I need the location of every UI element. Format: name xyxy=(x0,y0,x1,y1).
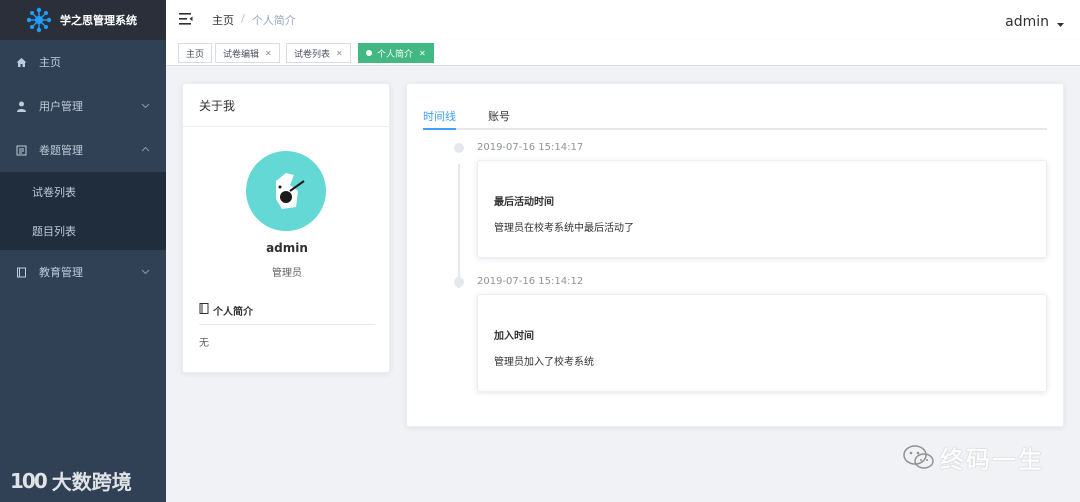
user-name: admin xyxy=(1005,14,1049,30)
sidebar-item-label: 主页 xyxy=(39,56,61,69)
breadcrumb: 主页 / 个人简介 xyxy=(212,12,296,28)
timeline-card-title: 加入时间 xyxy=(494,331,534,342)
timeline-time: 2019-07-16 15:14:12 xyxy=(477,276,584,287)
avatar-image xyxy=(276,173,305,209)
tag-label: 主页 xyxy=(186,49,205,60)
chevron-up-icon xyxy=(141,146,150,152)
breadcrumb-current: 个人简介 xyxy=(251,14,296,27)
timeline-line xyxy=(458,164,460,288)
sidebar-item-paper-list[interactable]: 试卷列表 xyxy=(0,172,166,211)
tag-label: 个人简介 xyxy=(377,49,414,60)
intro-title: 个人简介 xyxy=(199,303,375,325)
profile-role: 管理员 xyxy=(272,268,302,279)
navbar: 主页 / 个人简介 admin xyxy=(166,0,1080,40)
tag-home[interactable]: 主页 xyxy=(178,43,213,63)
document-icon xyxy=(199,303,209,314)
tags-view: 主页 试卷编辑 ✕ 试卷列表 ✕ 个人简介 ✕ xyxy=(166,40,1080,66)
profile-name: admin xyxy=(266,241,308,255)
breadcrumb-home[interactable]: 主页 xyxy=(212,12,234,28)
logo-icon xyxy=(26,7,52,33)
watermark-right: 终码一生 xyxy=(902,440,1044,475)
sidebar-item-user-management[interactable]: 用户管理 xyxy=(0,84,166,128)
tab-account[interactable]: 账号 xyxy=(488,108,510,124)
watermark-left: 100 大数跨境 xyxy=(10,466,132,495)
timeline-dot xyxy=(454,143,464,153)
timeline-card: 加入时间 管理员加入了校考系统 xyxy=(477,294,1047,392)
close-icon[interactable]: ✕ xyxy=(419,49,426,58)
breadcrumb-separator: / xyxy=(241,12,245,25)
timeline-time: 2019-07-16 15:14:17 xyxy=(477,142,584,153)
submenu-exam: 试卷列表 题目列表 xyxy=(0,172,166,250)
sidebar-item-education-management[interactable]: 教育管理 xyxy=(0,250,166,294)
close-icon[interactable]: ✕ xyxy=(265,49,272,58)
sidebar-item-question-list[interactable]: 题目列表 xyxy=(0,211,166,250)
watermark-logo: 100 xyxy=(10,468,48,493)
watermark-text: 终码一生 xyxy=(940,446,1044,474)
wechat-icon xyxy=(903,444,934,469)
watermark-text: 大数跨境 xyxy=(51,470,132,494)
tab-timeline[interactable]: 时间线 xyxy=(423,108,456,124)
sidebar-item-label: 卷题管理 xyxy=(39,144,83,157)
intro-body: 无 xyxy=(199,338,209,349)
user-menu[interactable]: admin xyxy=(1005,14,1064,30)
timeline-card-title: 最后活动时间 xyxy=(494,197,554,208)
avatar[interactable] xyxy=(246,151,326,231)
exam-icon xyxy=(16,145,27,156)
chevron-down-icon xyxy=(141,269,150,275)
home-icon xyxy=(16,57,27,68)
timeline-card-desc: 管理员加入了校考系统 xyxy=(494,357,594,368)
timeline-card-desc: 管理员在校考系统中最后活动了 xyxy=(494,223,634,234)
tag-label: 试卷编辑 xyxy=(223,49,260,60)
sidebar-item-home[interactable]: 主页 xyxy=(0,40,166,84)
active-tab-bar xyxy=(423,128,456,130)
tag-paper-list[interactable]: 试卷列表 ✕ xyxy=(286,43,351,63)
brand-title: 学之思管理系统 xyxy=(60,14,137,27)
chevron-down-icon xyxy=(141,103,150,109)
timeline-dot xyxy=(454,277,464,287)
tag-label: 试卷列表 xyxy=(294,49,331,60)
about-title: 关于我 xyxy=(183,84,389,127)
sidebar: 学之思管理系统 主页 用户管理 卷题管理 试卷列表 题目列表 教育管理 100 … xyxy=(0,0,166,502)
about-card: 关于我 admin 管理员 个人简介 无 xyxy=(182,83,390,373)
active-dot-icon xyxy=(366,50,372,56)
user-icon xyxy=(16,101,27,112)
intro-title-label: 个人简介 xyxy=(213,307,253,318)
tag-paper-edit[interactable]: 试卷编辑 ✕ xyxy=(215,43,280,63)
main-content: 关于我 admin 管理员 个人简介 无 时间线 账号 2019-07-16 1… xyxy=(166,67,1080,502)
hamburger-icon[interactable] xyxy=(179,12,193,26)
timeline-card: 最后活动时间 管理员在校考系统中最后活动了 xyxy=(477,160,1047,258)
close-icon[interactable]: ✕ xyxy=(336,49,343,58)
sidebar-item-label: 教育管理 xyxy=(39,266,83,279)
tag-profile[interactable]: 个人简介 ✕ xyxy=(358,43,434,63)
sidebar-item-exam-management[interactable]: 卷题管理 xyxy=(0,128,166,172)
brand[interactable]: 学之思管理系统 xyxy=(0,0,166,40)
caret-down-icon xyxy=(1057,22,1064,27)
profile-tabs: 时间线 账号 xyxy=(423,106,1047,130)
sidebar-item-label: 用户管理 xyxy=(39,100,83,113)
profile-tabs-card: 时间线 账号 2019-07-16 15:14:17 最后活动时间 管理员在校考… xyxy=(406,83,1064,427)
education-icon xyxy=(16,267,27,278)
